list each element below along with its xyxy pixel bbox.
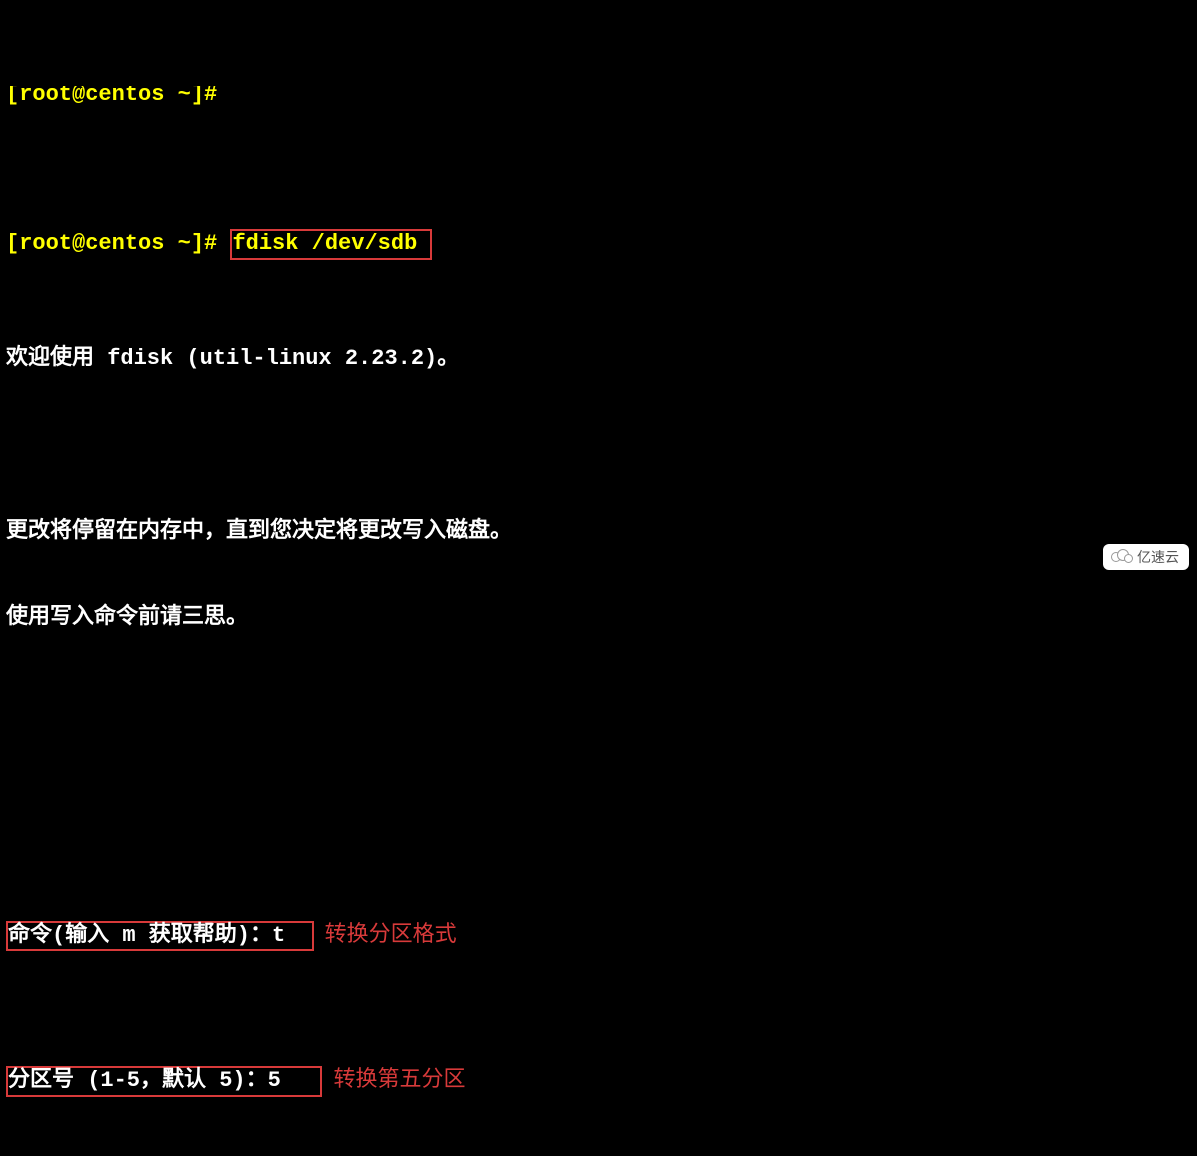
partition-number-line: 分区号 (1-5，默认 5)：5 转换第五分区 [6, 1064, 1191, 1095]
terminal-screen[interactable]: [root@centos ~]# [root@centos ~]# fdisk … [0, 0, 1197, 1156]
annotation-text: 转换第五分区 [333, 1066, 465, 1091]
cloud-icon [1111, 549, 1133, 565]
blank-line [6, 689, 1191, 718]
fdisk-command-t-line: 命令(输入 m 获取帮助)：t 转换分区格式 [6, 919, 1191, 950]
spacer [6, 775, 1191, 804]
highlight-partition: 分区号 (1-5，默认 5)：5 [6, 1066, 322, 1096]
blank-line [6, 431, 1191, 460]
warning-line-2: 使用写入命令前请三思。 [6, 603, 1191, 632]
watermark-text: 亿速云 [1137, 548, 1179, 566]
prompt-text: [root@centos ~]# [6, 231, 230, 256]
prompt-text: [root@centos ~]# [6, 86, 217, 107]
prompt-fragment: [root@centos ~]# [6, 86, 1191, 115]
highlight-fdisk-command: fdisk /dev/sdb [230, 229, 432, 259]
annotation-partition [322, 1066, 333, 1091]
welcome-line: 欢迎使用 fdisk (util-linux 2.23.2)。 [6, 344, 1191, 373]
highlight-cmd-t: 命令(输入 m 获取帮助)：t [6, 921, 314, 951]
warning-line-1: 更改将停留在内存中，直到您决定将更改写入磁盘。 [6, 517, 1191, 546]
annotation-text: 转换分区格式 [325, 921, 457, 946]
annotation-t [314, 921, 325, 946]
shell-prompt-line: [root@centos ~]# fdisk /dev/sdb [6, 229, 1191, 258]
watermark-badge: 亿速云 [1103, 544, 1189, 570]
